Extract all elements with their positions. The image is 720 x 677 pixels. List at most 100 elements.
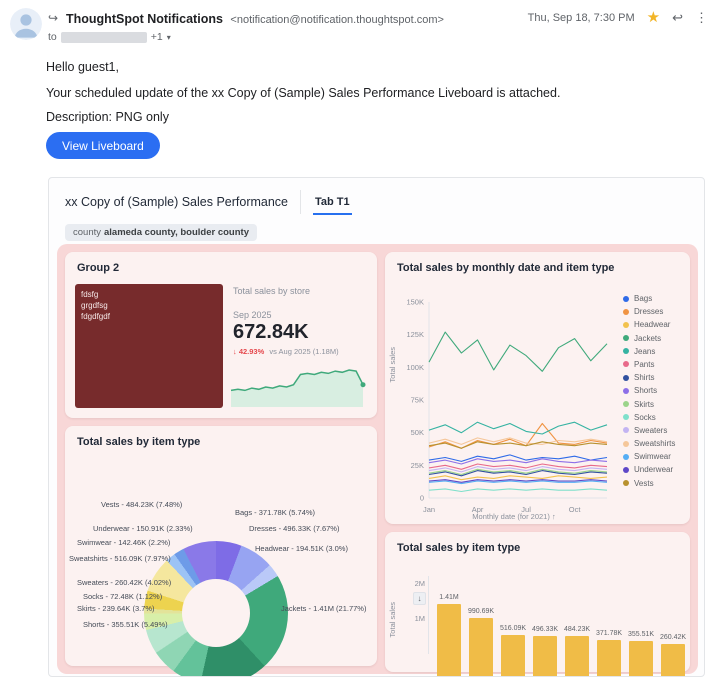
legend-item[interactable]: Socks <box>623 413 675 422</box>
bar[interactable] <box>661 643 685 676</box>
star-icon[interactable]: ★ <box>647 10 660 25</box>
donut-segment-label: Sweatshirts - 516.09K (7.97%) <box>69 554 171 563</box>
to-label: to <box>48 31 57 43</box>
line-legend: Bags Dresses Headwear Jackets Jeans Pants Shir… <box>623 294 675 488</box>
bar-value-label: 496.33K <box>531 625 559 633</box>
donut-segment-label: Sweaters - 260.42K (4.02%) <box>77 578 172 587</box>
liveboard-title: xx Copy of (Sample) Sales Performance <box>65 195 289 209</box>
legend-item[interactable]: Bags <box>623 294 675 303</box>
sender-avatar[interactable] <box>10 8 42 40</box>
treemap-label-line: fdsfg <box>81 290 99 299</box>
bar-value-label: 371.78K <box>595 629 623 637</box>
treemap-label-line: grgdfsg <box>81 301 108 311</box>
legend-label: Sweatshirts <box>634 439 676 449</box>
sort-descending-icon[interactable]: ↓ <box>413 592 426 605</box>
sender-name[interactable]: ThoughtSpot Notifications <box>66 12 223 26</box>
legend-dot-icon <box>623 335 629 342</box>
bar-y-axis-label: Total sales <box>388 602 397 638</box>
donut-segment-label: Jackets - 1.41M (21.77%) <box>281 604 367 613</box>
group2-card[interactable]: Group 2 fdsfg grgdfsg fdgdfgdf Total sal… <box>65 252 377 418</box>
view-liveboard-button[interactable]: View Liveboard <box>46 132 160 159</box>
recipient-extra: +1 <box>150 31 163 43</box>
legend-dot-icon <box>623 453 629 460</box>
filter-chip-county[interactable]: county alameda county, boulder county <box>65 224 257 241</box>
recipient-redacted <box>60 31 147 43</box>
donut-segment-label: Dresses - 496.33K (7.67%) <box>249 524 340 533</box>
legend-label: Pants <box>634 359 655 369</box>
legend-dot-icon <box>623 321 629 328</box>
legend-label: Jackets <box>634 333 662 343</box>
legend-item[interactable]: Pants <box>623 360 675 369</box>
legend-label: Skirts <box>634 399 654 409</box>
bar[interactable] <box>469 618 493 676</box>
legend-label: Bags <box>634 294 653 303</box>
bar-plot[interactable]: 1M 2M 1.41M 990.69K 516.09K 496.33K 484.23K 371… <box>415 568 687 676</box>
bar[interactable] <box>597 639 621 676</box>
legend-item[interactable]: Shorts <box>623 386 675 395</box>
svg-text:100K: 100K <box>406 363 424 372</box>
legend-dot-icon <box>623 374 629 381</box>
legend-label: Sweaters <box>634 425 668 435</box>
tab-t1[interactable]: Tab T1 <box>313 190 352 215</box>
legend-item[interactable]: Headwear <box>623 320 675 329</box>
monthly-line-chart[interactable]: 0 25K 50K 75K 100K 125K 150K Jan Apr Jul Oct <box>397 290 617 516</box>
line-chart-card[interactable]: Total sales by monthly date and item typ… <box>385 252 690 524</box>
bar-value-label: 260.42K <box>659 633 687 641</box>
legend-dot-icon <box>623 308 629 315</box>
legend-label: Shorts <box>634 386 658 396</box>
header-divider <box>300 190 302 214</box>
more-options-icon[interactable]: ⋮ <box>695 11 708 24</box>
legend-dot-icon <box>623 348 629 355</box>
person-icon <box>10 8 42 40</box>
line-y-axis-label: Total sales <box>388 347 397 383</box>
message-actions: Thu, Sep 18, 7:30 PM ★ ↩ ⋮ <box>528 10 708 25</box>
legend-item[interactable]: Sweaters <box>623 426 675 435</box>
treemap-label-line: fdgdfgdf <box>81 312 110 322</box>
legend-dot-icon <box>623 414 629 421</box>
bar-y-axis <box>428 576 429 654</box>
legend-dot-icon <box>623 427 629 434</box>
legend-item[interactable]: Underwear <box>623 465 675 474</box>
treemap-viz[interactable]: fdsfg grgdfsg fdgdfgdf <box>75 284 223 408</box>
store-sparkline-chart <box>229 360 369 412</box>
legend-item[interactable]: Sweatshirts <box>623 439 675 448</box>
legend-dot-icon <box>623 440 629 447</box>
reply-icon[interactable]: ↩ <box>672 11 683 24</box>
svg-text:50K: 50K <box>411 428 424 437</box>
legend-item[interactable]: Shirts <box>623 373 675 382</box>
bar-axis-tick: 2M <box>414 579 425 588</box>
x-axis-label-text: Monthly date (for 2021) <box>472 512 550 521</box>
legend-item[interactable]: Jackets <box>623 334 675 343</box>
legend-item[interactable]: Swimwear <box>623 452 675 461</box>
bar[interactable] <box>629 640 653 676</box>
bar-value-label: 484.23K <box>563 626 591 634</box>
bar[interactable] <box>565 636 589 676</box>
expand-details-icon[interactable]: ▾ <box>167 33 171 42</box>
recipient-row[interactable]: to +1 ▾ <box>48 31 171 43</box>
legend-item[interactable]: Dresses <box>623 307 675 316</box>
liveboard-attachment[interactable]: xx Copy of (Sample) Sales Performance Ta… <box>48 177 705 677</box>
forward-arrow-icon: ↪ <box>48 11 59 25</box>
legend-label: Swimwear <box>634 452 671 462</box>
legend-dot-icon <box>623 480 629 487</box>
bar-value-label: 1.41M <box>439 593 459 601</box>
bar[interactable] <box>437 603 461 676</box>
bar[interactable] <box>501 634 525 676</box>
legend-item[interactable]: Skirts <box>623 400 675 409</box>
donut-chart[interactable]: Bags - 371.78K (5.74%) Dresses - 496.33K … <box>65 452 377 676</box>
kpi-delta-percent: ↓ 42.93% <box>233 347 265 356</box>
sort-ascending-icon[interactable]: ↑ <box>552 512 556 521</box>
sender-line: ThoughtSpot Notifications <notification@… <box>66 12 444 26</box>
donut-hole <box>182 579 250 647</box>
bar-value-label: 516.09K <box>499 624 527 632</box>
bar-chart-card[interactable]: Total sales by item type Total sales 1M 2… <box>385 532 690 676</box>
liveboard-group-panel: Group 2 fdsfg grgdfsg fdgdfgdf Total sal… <box>57 244 698 676</box>
donut-chart-card[interactable]: Total sales by item type Bags - 371.78K … <box>65 426 377 676</box>
legend-item[interactable]: Vests <box>623 479 675 488</box>
legend-item[interactable]: Jeans <box>623 347 675 356</box>
donut-segment-label: Swimwear - 142.46K (2.2%) <box>77 538 171 547</box>
filter-value: alameda county, boulder county <box>104 227 249 238</box>
kpi-period: Sep 2025 <box>233 310 272 320</box>
donut-segment-label: Skirts - 239.64K (3.7%) <box>77 604 155 613</box>
bar[interactable] <box>533 635 557 676</box>
